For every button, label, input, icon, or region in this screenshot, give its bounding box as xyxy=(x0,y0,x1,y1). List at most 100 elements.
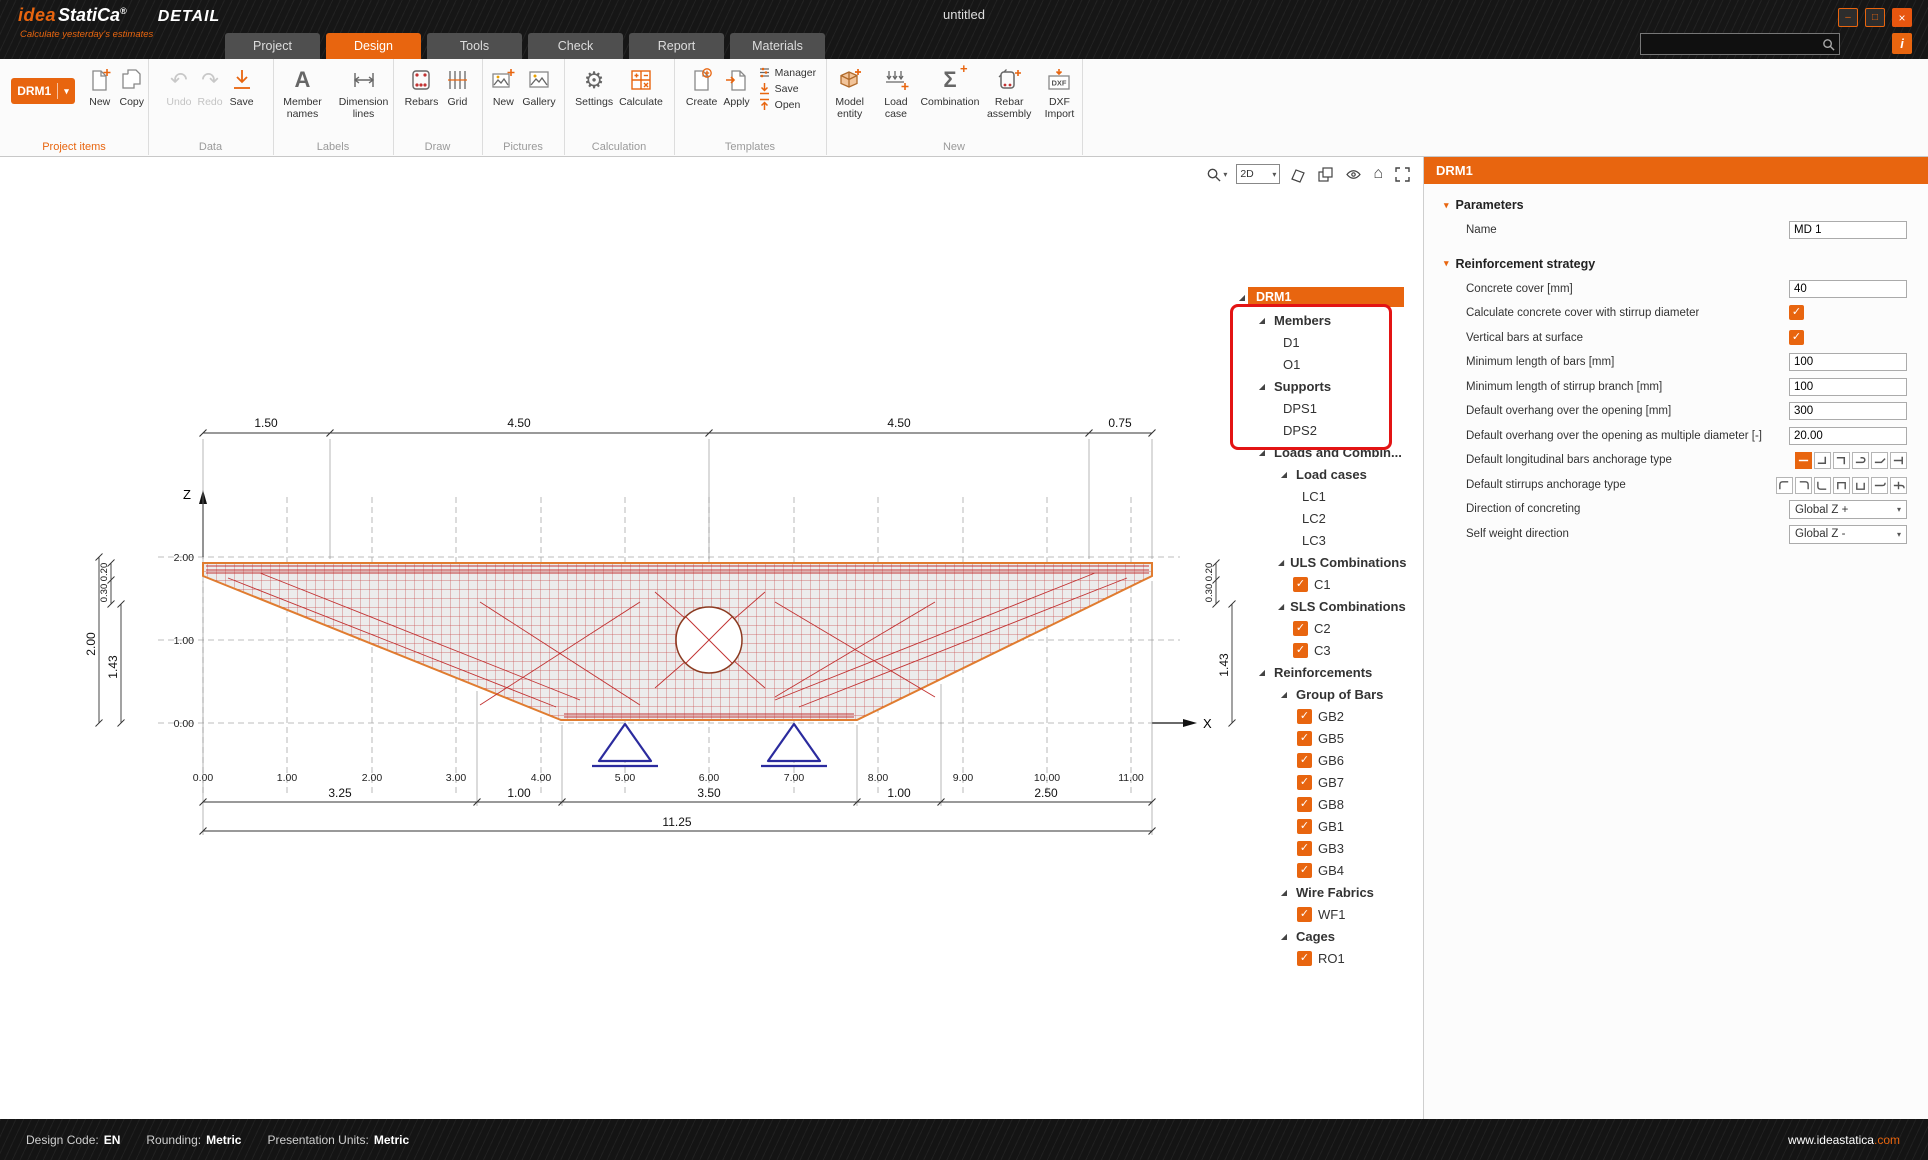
min-length-stirrup-input[interactable] xyxy=(1789,378,1907,396)
checkbox-checked[interactable]: ✓ xyxy=(1293,577,1308,592)
tree-expander-icon[interactable]: ◢ xyxy=(1278,558,1284,567)
tree-item-gb1[interactable]: ✓GB1 xyxy=(1236,815,1404,837)
checkbox-checked[interactable]: ✓ xyxy=(1297,819,1312,834)
tab-design[interactable]: Design xyxy=(326,33,421,59)
tree-expander-icon[interactable]: ◢ xyxy=(1278,470,1290,479)
new-picture-button[interactable]: New xyxy=(488,62,518,110)
tree-item-lc2[interactable]: LC2 xyxy=(1236,507,1404,529)
zoom-all-button[interactable]: ⌂ xyxy=(1371,163,1385,185)
anchorage-hook-icon[interactable] xyxy=(1852,452,1869,469)
combination-button[interactable]: Σ+ Combination xyxy=(918,62,981,110)
tab-materials[interactable]: Materials xyxy=(730,33,825,59)
support-dps2[interactable] xyxy=(761,724,827,766)
tree-item-gb2[interactable]: ✓GB2 xyxy=(1236,705,1404,727)
vertical-bars-checkbox[interactable]: ✓ xyxy=(1789,330,1804,345)
project-item-selector[interactable]: DRM1 ▾ xyxy=(11,78,75,104)
min-length-bars-input[interactable] xyxy=(1789,353,1907,371)
tree-expander-icon[interactable]: ◢ xyxy=(1236,293,1248,302)
member-names-button[interactable]: A Member names xyxy=(273,62,332,122)
opening-o1[interactable] xyxy=(676,607,742,673)
visibility-button[interactable] xyxy=(1343,163,1364,185)
tree-item-lc1[interactable]: LC1 xyxy=(1236,485,1404,507)
view-mode-select[interactable]: 2D ▾ xyxy=(1236,164,1280,184)
self-weight-direction-select[interactable]: Global Z - ▾ xyxy=(1789,525,1907,544)
anchorage-bend-135-icon[interactable] xyxy=(1871,452,1888,469)
tree-item-gb4[interactable]: ✓GB4 xyxy=(1236,859,1404,881)
calculate-cover-checkbox[interactable]: ✓ xyxy=(1789,305,1804,320)
template-save-button[interactable]: Save xyxy=(758,82,816,95)
tree-item-gb6[interactable]: ✓GB6 xyxy=(1236,749,1404,771)
checkbox-checked[interactable]: ✓ xyxy=(1297,863,1312,878)
axonometry-view-button[interactable] xyxy=(1287,163,1308,185)
tree-group-load-cases[interactable]: ◢Load cases xyxy=(1236,463,1404,485)
anchorage-straight-icon[interactable] xyxy=(1795,452,1812,469)
overhang-multiple-input[interactable] xyxy=(1789,427,1907,445)
fullscreen-button[interactable] xyxy=(1392,163,1413,185)
global-search-input[interactable] xyxy=(1641,38,1822,50)
tree-group-uls-combinations[interactable]: ◢ULS Combinations xyxy=(1236,551,1404,573)
stirrup-anchorage-option-6-icon[interactable] xyxy=(1871,477,1888,494)
website-link[interactable]: www.ideastatica.com xyxy=(1788,1133,1900,1147)
checkbox-checked[interactable]: ✓ xyxy=(1297,841,1312,856)
maximize-button[interactable]: □ xyxy=(1865,8,1885,27)
tree-item-wf1[interactable]: ✓WF1 xyxy=(1236,903,1404,925)
create-template-button[interactable]: Create xyxy=(684,62,720,110)
tab-tools[interactable]: Tools xyxy=(427,33,522,59)
dxf-import-button[interactable]: DXF DXF Import xyxy=(1037,62,1082,122)
tree-group-reinforcements[interactable]: ◢Reinforcements xyxy=(1236,661,1404,683)
close-button[interactable]: × xyxy=(1892,8,1912,27)
rebar-assembly-button[interactable]: Rebar assembly xyxy=(983,62,1034,122)
stirrup-anchorage-option-3-icon[interactable] xyxy=(1814,477,1831,494)
minimize-button[interactable]: – xyxy=(1838,8,1858,27)
redo-button[interactable]: ↷ Redo xyxy=(196,62,225,110)
tree-expander-icon[interactable]: ◢ xyxy=(1278,602,1284,611)
checkbox-checked[interactable]: ✓ xyxy=(1297,951,1312,966)
tab-project[interactable]: Project xyxy=(225,33,320,59)
tree-item-lc3[interactable]: LC3 xyxy=(1236,529,1404,551)
dimension-lines-button[interactable]: Dimension lines xyxy=(334,62,393,122)
checkbox-checked[interactable]: ✓ xyxy=(1297,797,1312,812)
name-input[interactable] xyxy=(1789,221,1907,239)
tree-item-c2[interactable]: ✓C2 xyxy=(1236,617,1404,639)
grid-button[interactable]: Grid xyxy=(442,62,472,110)
tree-group-wire-fabrics[interactable]: ◢Wire Fabrics xyxy=(1236,881,1404,903)
checkbox-checked[interactable]: ✓ xyxy=(1297,731,1312,746)
settings-button[interactable]: ⚙ Settings xyxy=(573,62,615,110)
save-button[interactable]: Save xyxy=(227,62,257,110)
tree-item-gb8[interactable]: ✓GB8 xyxy=(1236,793,1404,815)
checkbox-checked[interactable]: ✓ xyxy=(1293,643,1308,658)
rebars-button[interactable]: Rebars xyxy=(403,62,441,110)
tree-expander-icon[interactable]: ◢ xyxy=(1278,932,1290,941)
anchorage-bend-down-icon[interactable] xyxy=(1833,452,1850,469)
calculate-button[interactable]: Calculate xyxy=(617,62,665,110)
member-d1[interactable] xyxy=(203,563,1152,720)
zoom-dropdown[interactable]: ▾ xyxy=(1204,163,1229,185)
template-open-button[interactable]: Open xyxy=(758,98,816,111)
stirrup-anchorage-option-2-icon[interactable] xyxy=(1795,477,1812,494)
drawing-viewport[interactable]: Z X 2.00 1.00 0.00 xyxy=(0,157,1423,1119)
checkbox-checked[interactable]: ✓ xyxy=(1297,775,1312,790)
stirrup-anchorage-option-4-icon[interactable] xyxy=(1833,477,1850,494)
stirrup-anchorage-option-5-icon[interactable] xyxy=(1852,477,1869,494)
tree-item-gb3[interactable]: ✓GB3 xyxy=(1236,837,1404,859)
tree-group-sls-combinations[interactable]: ◢SLS Combinations xyxy=(1236,595,1404,617)
tree-item-ro1[interactable]: ✓RO1 xyxy=(1236,947,1404,969)
stirrup-anchorage-option-1-icon[interactable] xyxy=(1776,477,1793,494)
tree-expander-icon[interactable]: ◢ xyxy=(1256,668,1268,677)
direction-of-concreting-select[interactable]: Global Z + ▾ xyxy=(1789,500,1907,519)
load-case-button[interactable]: Load case xyxy=(875,62,916,122)
checkbox-checked[interactable]: ✓ xyxy=(1293,621,1308,636)
tree-expander-icon[interactable]: ◢ xyxy=(1278,888,1290,897)
anchorage-head-icon[interactable] xyxy=(1890,452,1907,469)
section-parameters[interactable]: ▾ Parameters xyxy=(1424,192,1928,218)
model-entity-button[interactable]: Model entity xyxy=(826,62,873,122)
gallery-button[interactable]: Gallery xyxy=(520,62,557,110)
apply-template-button[interactable]: Apply xyxy=(721,62,751,110)
checkbox-checked[interactable]: ✓ xyxy=(1297,907,1312,922)
checkbox-checked[interactable]: ✓ xyxy=(1297,753,1312,768)
support-dps1[interactable] xyxy=(592,724,658,766)
tree-expander-icon[interactable]: ◢ xyxy=(1278,690,1290,699)
global-search[interactable] xyxy=(1640,33,1840,55)
new-project-item-button[interactable]: New xyxy=(85,62,115,110)
tree-item-c3[interactable]: ✓C3 xyxy=(1236,639,1404,661)
